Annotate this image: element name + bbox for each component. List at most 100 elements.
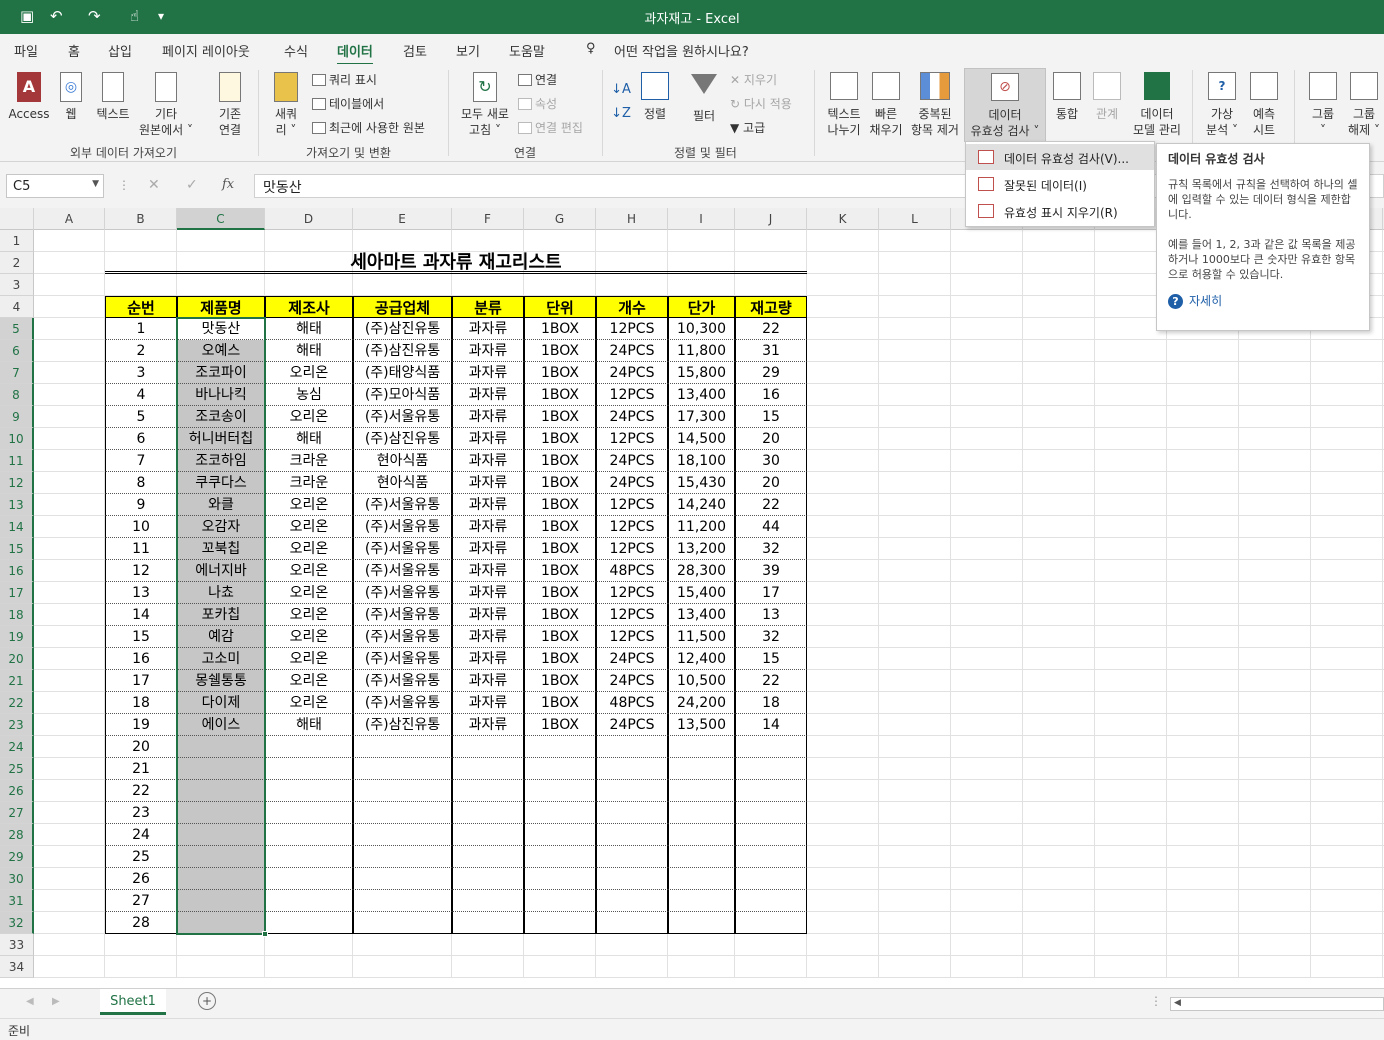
row-header[interactable]: 17 [0,582,34,604]
column-header[interactable]: G [524,208,596,230]
table-cell[interactable]: 12PCS [596,582,668,604]
table-cell[interactable]: (주)삼진유통 [353,714,452,736]
fill-handle[interactable] [262,931,268,937]
table-cell[interactable]: 24PCS [596,714,668,736]
table-cell[interactable]: 과자류 [452,626,524,648]
edit-links-button[interactable]: 연결 편집 [518,120,583,136]
column-header[interactable]: E [353,208,452,230]
table-cell[interactable]: 15 [735,406,807,428]
table-cell[interactable]: 10 [105,516,177,538]
column-header[interactable]: J [735,208,807,230]
table-cell[interactable] [668,824,735,846]
existing-connections-button[interactable]: 기존 연결 [208,72,252,138]
table-cell[interactable]: (주)서울유통 [353,626,452,648]
table-cell[interactable]: 29 [735,362,807,384]
table-cell[interactable]: 13 [105,582,177,604]
row-header[interactable]: 8 [0,384,34,406]
table-cell[interactable]: 15 [105,626,177,648]
table-cell[interactable]: 1BOX [524,384,596,406]
table-cell[interactable]: 12PCS [596,604,668,626]
table-cell[interactable]: 과자류 [452,692,524,714]
table-cell[interactable]: 1BOX [524,626,596,648]
properties-button[interactable]: 속성 [518,96,557,112]
table-cell[interactable]: 18 [105,692,177,714]
cancel-icon[interactable]: ✕ [148,177,160,193]
table-cell[interactable]: (주)서울유통 [353,670,452,692]
row-header[interactable]: 19 [0,626,34,648]
table-cell[interactable] [596,824,668,846]
tab-file[interactable]: 파일 [14,41,38,60]
tab-page-layout[interactable]: 페이지 레이아웃 [162,41,250,60]
table-cell[interactable]: 오리온 [265,362,353,384]
row-header[interactable]: 30 [0,868,34,890]
table-cell[interactable] [353,890,452,912]
table-cell[interactable]: (주)모아식품 [353,384,452,406]
column-header[interactable]: D [265,208,353,230]
consolidate-button[interactable]: 통합 [1050,72,1084,138]
table-cell[interactable] [735,890,807,912]
table-cell[interactable]: 1BOX [524,560,596,582]
table-cell[interactable]: 26 [105,868,177,890]
table-header-cell[interactable]: 제조사 [265,296,353,318]
data-model-button[interactable]: 데이터 모델 관리 [1128,72,1186,138]
table-cell[interactable]: 크라운 [265,450,353,472]
table-cell[interactable]: 크라운 [265,472,353,494]
table-cell[interactable]: 12,400 [668,648,735,670]
tab-home[interactable]: 홈 [68,41,80,60]
table-cell[interactable]: 21 [105,758,177,780]
table-cell[interactable] [668,802,735,824]
table-cell[interactable]: 현아식품 [353,450,452,472]
table-cell[interactable] [353,736,452,758]
table-cell[interactable] [735,758,807,780]
table-cell[interactable]: 3 [105,362,177,384]
table-cell[interactable]: 20 [105,736,177,758]
table-cell[interactable]: (주)서울유통 [353,582,452,604]
menu-data-validation[interactable]: 데이터 유효성 검사(V)... [966,144,1154,170]
table-cell[interactable]: 13 [735,604,807,626]
ungroup-button[interactable]: 그룹 해제 ˅ [1344,72,1384,138]
table-cell[interactable]: 22 [735,670,807,692]
sort-button[interactable]: 정렬 [638,72,672,138]
table-cell[interactable] [452,758,524,780]
table-cell[interactable]: 32 [735,538,807,560]
table-cell[interactable] [596,802,668,824]
table-cell[interactable]: 1BOX [524,406,596,428]
table-cell[interactable]: 18,100 [668,450,735,472]
table-cell[interactable] [452,868,524,890]
row-header[interactable]: 5 [0,318,34,340]
row-header[interactable]: 23 [0,714,34,736]
table-cell[interactable]: 24PCS [596,362,668,384]
connections-button[interactable]: 연결 [518,72,557,88]
table-cell[interactable]: 1BOX [524,450,596,472]
remove-duplicates-button[interactable]: 중복된 항목 제거 [906,72,964,138]
table-cell[interactable]: 9 [105,494,177,516]
row-header[interactable]: 33 [0,934,34,956]
table-cell[interactable]: 과자류 [452,450,524,472]
row-header[interactable]: 31 [0,890,34,912]
table-cell[interactable] [265,912,353,934]
table-cell[interactable]: 16 [105,648,177,670]
row-header[interactable]: 20 [0,648,34,670]
sort-ascending-button[interactable]: ↓A ↓Z [610,78,632,132]
table-cell[interactable]: 20 [735,472,807,494]
table-cell[interactable]: 오리온 [265,560,353,582]
filter-button[interactable]: 필터 [686,72,722,138]
access-button[interactable]: A Access [8,72,50,138]
table-cell[interactable]: 과자류 [452,318,524,340]
what-if-analysis-button[interactable]: ? 가상 분석 ˅ [1200,72,1244,138]
table-cell[interactable] [596,846,668,868]
column-header[interactable]: H [596,208,668,230]
table-cell[interactable]: 1BOX [524,670,596,692]
table-cell[interactable] [524,780,596,802]
refresh-all-button[interactable]: ↻ 모두 새로 고침 ˅ [456,72,514,138]
table-cell[interactable] [353,780,452,802]
enter-icon[interactable]: ✓ [186,177,198,193]
table-cell[interactable]: 12PCS [596,538,668,560]
table-cell[interactable]: 48PCS [596,692,668,714]
scrollbar-left-arrow-icon[interactable]: ◀ [1174,998,1181,1008]
table-cell[interactable]: 14 [735,714,807,736]
advanced-filter-button[interactable]: ▼ 고급 [730,120,765,136]
table-cell[interactable]: 24PCS [596,406,668,428]
table-cell[interactable]: 15,400 [668,582,735,604]
table-cell[interactable] [524,912,596,934]
